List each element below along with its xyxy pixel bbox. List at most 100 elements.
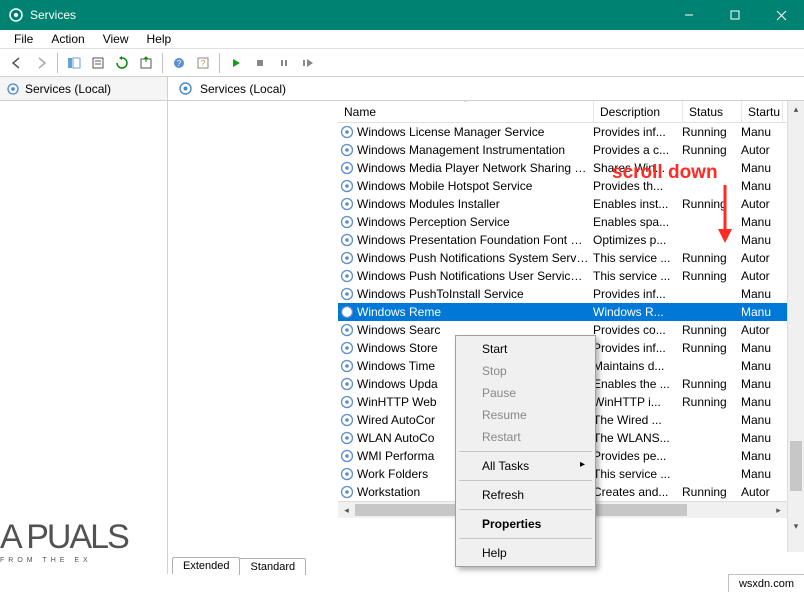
service-name: Windows License Manager Service: [357, 125, 593, 139]
status-bar: wsxdn.com: [728, 574, 804, 592]
column-header-name[interactable]: Nameˆ: [338, 101, 594, 122]
service-description: Creates and...: [593, 485, 682, 499]
service-description: Provides inf...: [593, 341, 682, 355]
help-toolbar-button-2[interactable]: ?: [192, 52, 214, 74]
start-service-button[interactable]: [225, 52, 247, 74]
column-header-description[interactable]: Description: [594, 101, 683, 122]
menu-separator: [459, 480, 592, 481]
service-description: Maintains d...: [593, 359, 682, 373]
context-menu-refresh[interactable]: Refresh: [458, 484, 593, 506]
maximize-button[interactable]: [712, 0, 758, 30]
vertical-scrollbar[interactable]: ▴ ▾: [787, 101, 804, 552]
service-startup: Manu: [741, 287, 781, 301]
close-button[interactable]: [758, 0, 804, 30]
toolbar-separator: [162, 53, 163, 73]
scroll-up-button[interactable]: ▴: [788, 101, 804, 118]
svg-text:?: ?: [177, 59, 182, 68]
left-pane-header[interactable]: Services (Local): [0, 77, 167, 101]
sort-indicator-icon: ˆ: [464, 101, 467, 109]
service-description: Enables the ...: [593, 377, 682, 391]
service-status: Running: [682, 125, 741, 139]
watermark-tagline: FROM THE EX: [0, 557, 128, 564]
table-row[interactable]: Windows RemeWindows R... Manu: [338, 303, 787, 321]
service-status: Running: [682, 251, 741, 265]
service-startup: Manu: [741, 125, 781, 139]
forward-button[interactable]: [30, 52, 52, 74]
service-name: Windows Media Player Network Sharing Se.…: [357, 161, 593, 175]
column-header-status[interactable]: Status: [683, 101, 742, 122]
service-startup: Manu: [741, 305, 781, 319]
service-startup: Manu: [741, 377, 781, 391]
tab-standard[interactable]: Standard: [239, 558, 306, 575]
title-bar: Services: [0, 0, 804, 30]
watermark-brand: A PUALS: [0, 518, 128, 556]
annotation-text-scroll: scroll down: [612, 162, 718, 184]
service-name: Windows Presentation Foundation Font Ca.…: [357, 233, 593, 247]
right-pane-title: Services (Local): [200, 82, 286, 96]
context-menu-help[interactable]: Help: [458, 542, 593, 564]
menu-separator: [459, 538, 592, 539]
minimize-button[interactable]: [666, 0, 712, 30]
service-description: This service ...: [593, 251, 682, 265]
service-status: Running: [682, 377, 741, 391]
menu-view[interactable]: View: [95, 32, 137, 46]
scroll-down-button[interactable]: ▾: [788, 518, 804, 535]
back-button[interactable]: [6, 52, 28, 74]
restart-service-button[interactable]: [297, 52, 319, 74]
service-description: Optimizes p...: [593, 233, 682, 247]
menu-action[interactable]: Action: [43, 32, 92, 46]
menu-help[interactable]: Help: [139, 32, 180, 46]
properties-toolbar-button[interactable]: [87, 52, 109, 74]
service-status: Running: [682, 323, 741, 337]
context-menu-pause: Pause: [458, 382, 593, 404]
service-description: Provides a c...: [593, 143, 682, 157]
scroll-left-button[interactable]: ◂: [338, 502, 355, 518]
service-name: Windows Modules Installer: [357, 197, 593, 211]
table-row[interactable]: Windows PushToInstall ServiceProvides in…: [338, 285, 787, 303]
service-description: Provides co...: [593, 323, 682, 337]
service-status: Running: [682, 485, 741, 499]
service-name: Windows Push Notifications User Service_…: [357, 269, 593, 283]
context-menu-start[interactable]: Start: [458, 338, 593, 360]
service-startup: Manu: [741, 179, 781, 193]
service-startup: Manu: [741, 467, 781, 481]
status-text: wsxdn.com: [739, 578, 794, 590]
service-description: Enables inst...: [593, 197, 682, 211]
stop-service-button[interactable]: [249, 52, 271, 74]
pause-service-button[interactable]: [273, 52, 295, 74]
service-startup: Manu: [741, 215, 781, 229]
svg-text:?: ?: [201, 59, 206, 68]
service-name: Windows Reme: [357, 305, 593, 319]
service-startup: Manu: [741, 233, 781, 247]
help-toolbar-button[interactable]: ?: [168, 52, 190, 74]
service-description: Provides pe...: [593, 449, 682, 463]
service-description: The WLANS...: [593, 431, 682, 445]
context-menu-all-tasks[interactable]: All Tasks▸: [458, 455, 593, 477]
table-row[interactable]: Windows Media Player Network Sharing Se.…: [338, 159, 787, 177]
menu-file[interactable]: File: [6, 32, 41, 46]
window-title: Services: [30, 8, 666, 22]
service-name: Windows PushToInstall Service: [357, 287, 593, 301]
service-startup: Autor: [741, 269, 781, 283]
column-header-startup[interactable]: Startu: [742, 101, 783, 122]
table-row[interactable]: Windows License Manager ServiceProvides …: [338, 123, 787, 141]
service-startup: Autor: [741, 323, 781, 337]
service-status: Running: [682, 341, 741, 355]
service-description: WinHTTP i...: [593, 395, 682, 409]
services-tree-icon: [6, 82, 20, 96]
service-description: Windows R...: [593, 305, 682, 319]
menu-bar: File Action View Help: [0, 30, 804, 49]
service-startup: Manu: [741, 449, 781, 463]
refresh-button[interactable]: [111, 52, 133, 74]
services-header-icon: [178, 81, 193, 96]
left-pane: Services (Local): [0, 77, 168, 574]
scroll-right-button[interactable]: ▸: [770, 502, 787, 518]
table-row[interactable]: Windows Push Notifications User Service_…: [338, 267, 787, 285]
show-hide-tree-button[interactable]: [63, 52, 85, 74]
export-button[interactable]: [135, 52, 157, 74]
tab-extended[interactable]: Extended: [172, 557, 240, 574]
service-description: This service ...: [593, 467, 682, 481]
context-menu-properties[interactable]: Properties: [458, 513, 593, 535]
table-row[interactable]: Windows Management InstrumentationProvid…: [338, 141, 787, 159]
table-row[interactable]: Windows Push Notifications System Servic…: [338, 249, 787, 267]
